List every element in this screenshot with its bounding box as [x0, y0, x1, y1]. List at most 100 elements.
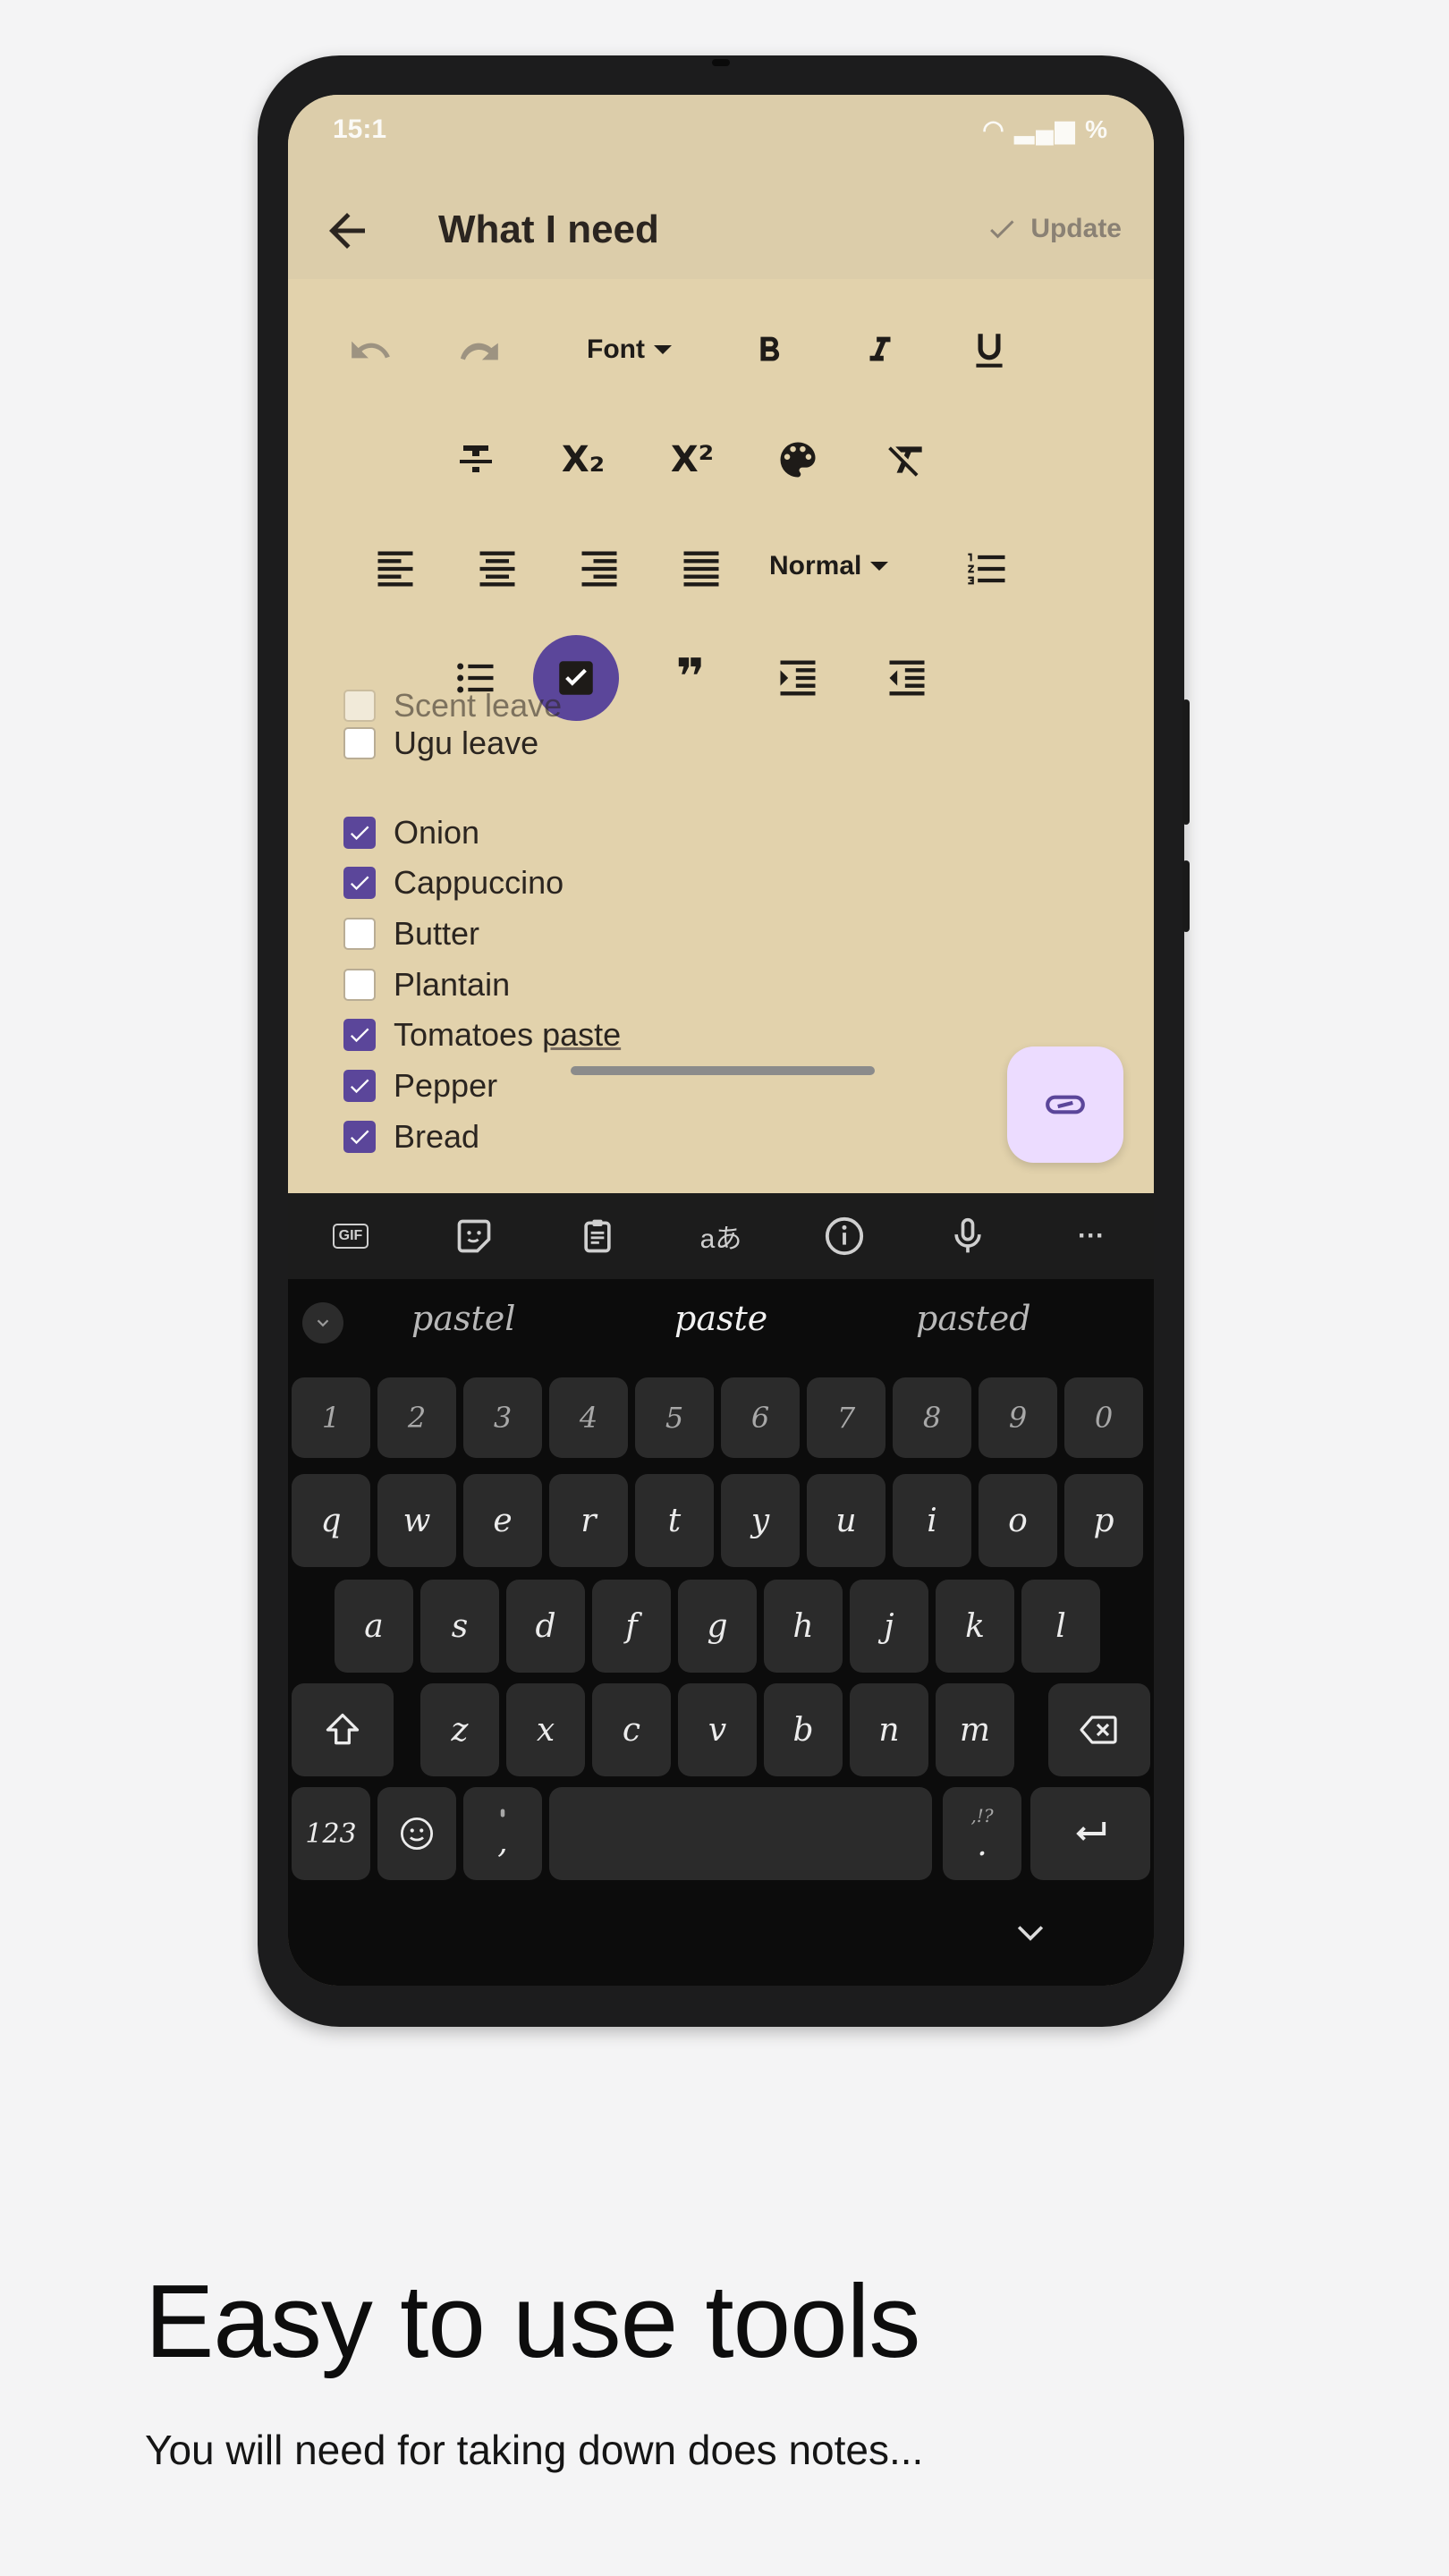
key-s[interactable]: s [420, 1580, 499, 1673]
key-e[interactable]: e [463, 1474, 542, 1567]
suggestion-toggle[interactable] [302, 1302, 343, 1343]
key-9[interactable]: 9 [979, 1377, 1057, 1458]
backspace-key[interactable] [1048, 1683, 1150, 1776]
key-5[interactable]: 5 [635, 1377, 714, 1458]
key-i[interactable]: i [893, 1474, 971, 1567]
hide-keyboard-button[interactable] [1004, 1905, 1057, 1959]
emoji-key[interactable] [377, 1787, 456, 1880]
voice-input-button[interactable] [941, 1209, 995, 1263]
key-b[interactable]: b [764, 1683, 843, 1776]
checkbox-unchecked[interactable] [343, 918, 376, 950]
checkbox-checked[interactable] [343, 1070, 376, 1102]
superscript-button[interactable]: X² [657, 424, 728, 496]
more-options-button[interactable]: ··· [1064, 1209, 1118, 1263]
key-3[interactable]: 3 [463, 1377, 542, 1458]
key-l[interactable]: l [1021, 1580, 1100, 1673]
font-dropdown[interactable]: Font [587, 335, 672, 365]
gif-button[interactable]: GIF [324, 1209, 377, 1263]
outdent-button[interactable] [871, 642, 943, 714]
enter-key[interactable] [1030, 1787, 1150, 1880]
translate-button[interactable]: aあ [694, 1209, 748, 1263]
list-item[interactable]: Butter [343, 915, 479, 953]
comma-key[interactable]: , [463, 1787, 542, 1880]
spellcheck-word[interactable]: paste [542, 1016, 621, 1053]
align-left-button[interactable] [360, 533, 431, 605]
key-a[interactable]: a [335, 1580, 413, 1673]
key-f[interactable]: f [592, 1580, 671, 1673]
key-h[interactable]: h [764, 1580, 843, 1673]
suggestion-item[interactable]: pastel [411, 1299, 515, 1338]
period-key[interactable]: ,!? . [943, 1787, 1021, 1880]
key-y[interactable]: y [721, 1474, 800, 1567]
list-item[interactable]: Ugu leave [343, 724, 538, 762]
suggestion-item[interactable]: paste [674, 1299, 767, 1338]
align-center-button[interactable] [462, 533, 533, 605]
key-1[interactable]: 1 [292, 1377, 370, 1458]
indent-button[interactable] [762, 642, 834, 714]
checkbox-unchecked[interactable] [343, 969, 376, 1001]
space-bar[interactable] [549, 1787, 932, 1880]
bold-button[interactable] [733, 315, 805, 386]
item-label: Pepper [394, 1067, 498, 1104]
suggestion-item[interactable]: pasted [916, 1299, 1031, 1338]
checkbox-unchecked[interactable] [343, 727, 376, 759]
list-item[interactable]: Scent leave [343, 687, 562, 724]
key-7[interactable]: 7 [807, 1377, 886, 1458]
align-right-button[interactable] [564, 533, 635, 605]
checkbox-checked[interactable] [343, 1019, 376, 1051]
key-2[interactable]: 2 [377, 1377, 456, 1458]
list-item[interactable]: Onion [343, 814, 479, 852]
floating-action-button[interactable] [1007, 1046, 1123, 1163]
justify-button[interactable] [665, 533, 737, 605]
key-j[interactable]: j [850, 1580, 928, 1673]
back-button[interactable] [320, 204, 374, 258]
checkbox-checked[interactable] [343, 1121, 376, 1153]
key-x[interactable]: x [506, 1683, 585, 1776]
subscript-button[interactable]: X₂ [547, 424, 619, 496]
update-button[interactable]: Update [986, 213, 1122, 245]
list-item[interactable]: Plantain [343, 966, 510, 1004]
clear-format-button[interactable] [871, 424, 943, 496]
list-item[interactable]: Bread [343, 1118, 479, 1156]
checkbox-unchecked[interactable] [343, 690, 376, 722]
home-indicator[interactable] [571, 1066, 875, 1075]
key-c[interactable]: c [592, 1683, 671, 1776]
undo-button[interactable] [335, 315, 406, 386]
key-0[interactable]: 0 [1064, 1377, 1143, 1458]
key-q[interactable]: q [292, 1474, 370, 1567]
underline-button[interactable] [953, 315, 1025, 386]
text-color-button[interactable] [762, 424, 834, 496]
checkbox-checked[interactable] [343, 817, 376, 849]
key-z[interactable]: z [420, 1683, 499, 1776]
key-k[interactable]: k [936, 1580, 1014, 1673]
key-n[interactable]: n [850, 1683, 928, 1776]
key-t[interactable]: t [635, 1474, 714, 1567]
list-item[interactable]: Tomatoes paste [343, 1016, 621, 1054]
key-r[interactable]: r [549, 1474, 628, 1567]
key-m[interactable]: m [936, 1683, 1014, 1776]
checkbox-checked[interactable] [343, 867, 376, 899]
shift-key[interactable] [292, 1683, 394, 1776]
key-8[interactable]: 8 [893, 1377, 971, 1458]
blockquote-button[interactable]: ❞ [655, 642, 726, 714]
key-w[interactable]: w [377, 1474, 456, 1567]
heading-dropdown[interactable]: Normal [769, 551, 889, 581]
strikethrough-button[interactable] [440, 424, 512, 496]
key-p[interactable]: p [1064, 1474, 1143, 1567]
numbered-list-button[interactable] [952, 533, 1023, 605]
key-4[interactable]: 4 [549, 1377, 628, 1458]
key-g[interactable]: g [678, 1580, 757, 1673]
key-v[interactable]: v [678, 1683, 757, 1776]
list-item[interactable]: Pepper [343, 1067, 497, 1105]
numbers-key[interactable]: 123 [292, 1787, 370, 1880]
key-o[interactable]: o [979, 1474, 1057, 1567]
redo-button[interactable] [444, 315, 515, 386]
italic-button[interactable] [844, 315, 916, 386]
sticker-button[interactable] [447, 1209, 501, 1263]
key-u[interactable]: u [807, 1474, 886, 1567]
list-item[interactable]: Cappuccino [343, 864, 564, 902]
key-d[interactable]: d [506, 1580, 585, 1673]
clipboard-button[interactable] [571, 1209, 624, 1263]
key-6[interactable]: 6 [721, 1377, 800, 1458]
info-button[interactable] [818, 1209, 871, 1263]
